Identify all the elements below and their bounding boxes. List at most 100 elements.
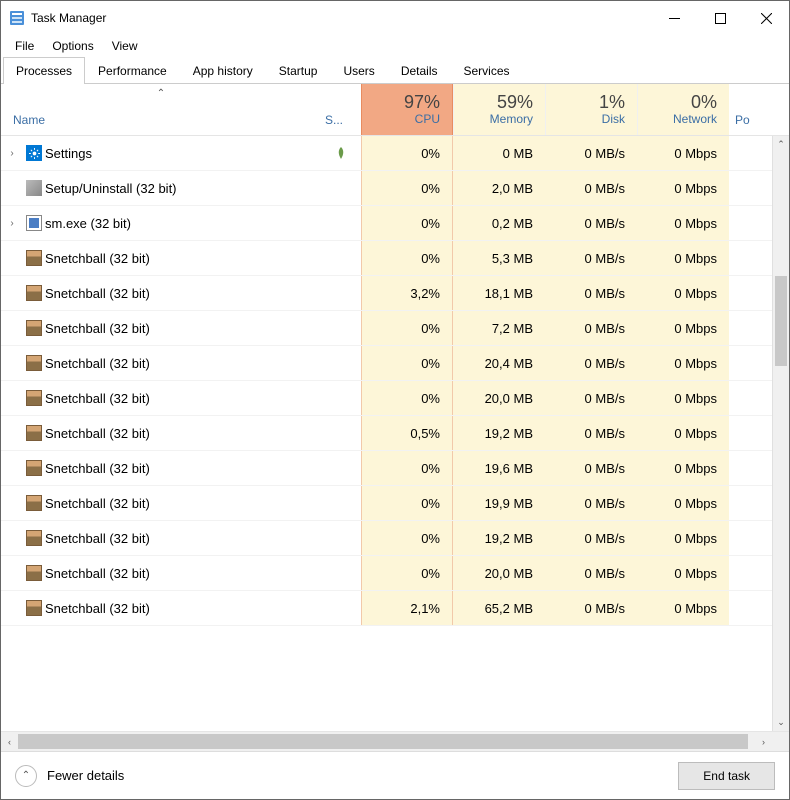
cell-cpu: 0% bbox=[361, 381, 453, 415]
header-name[interactable]: ⌃ Name bbox=[1, 84, 321, 135]
horizontal-scroll-area: ‹ › bbox=[1, 731, 789, 751]
cell-disk: 0 MB/s bbox=[545, 486, 637, 520]
expand-toggle[interactable]: › bbox=[1, 206, 23, 240]
vertical-scrollbar[interactable]: ⌃ ⌄ bbox=[772, 136, 789, 731]
table-row[interactable]: ›Settings0%0 MB0 MB/s0 Mbps bbox=[1, 136, 789, 171]
table-row[interactable]: Snetchball (32 bit)0%5,3 MB0 MB/s0 Mbps bbox=[1, 241, 789, 276]
tab-bar: Processes Performance App history Startu… bbox=[1, 57, 789, 84]
tab-processes[interactable]: Processes bbox=[3, 57, 85, 84]
cell-disk: 0 MB/s bbox=[545, 381, 637, 415]
expand-toggle bbox=[1, 311, 23, 345]
tab-services[interactable]: Services bbox=[451, 57, 523, 84]
cell-network: 0 Mbps bbox=[637, 171, 729, 205]
cell-memory: 20,0 MB bbox=[453, 381, 545, 415]
footer: ⌃ Fewer details End task bbox=[1, 751, 789, 799]
menu-options[interactable]: Options bbox=[44, 37, 101, 55]
header-memory[interactable]: 59% Memory bbox=[453, 84, 545, 135]
cell-cpu: 0% bbox=[361, 311, 453, 345]
process-name: Snetchball (32 bit) bbox=[45, 521, 321, 555]
table-row[interactable]: ›sm.exe (32 bit)0%0,2 MB0 MB/s0 Mbps bbox=[1, 206, 789, 241]
tab-startup[interactable]: Startup bbox=[266, 57, 331, 84]
table-row[interactable]: Snetchball (32 bit)0%7,2 MB0 MB/s0 Mbps bbox=[1, 311, 789, 346]
table-row[interactable]: Snetchball (32 bit)0%20,0 MB0 MB/s0 Mbps bbox=[1, 556, 789, 591]
scroll-thumb[interactable] bbox=[775, 276, 787, 366]
header-disk[interactable]: 1% Disk bbox=[545, 84, 637, 135]
hscroll-left-icon[interactable]: ‹ bbox=[1, 732, 18, 751]
header-power[interactable]: Po bbox=[729, 84, 789, 135]
header-cpu-label: CPU bbox=[415, 112, 440, 126]
cell-memory: 0,2 MB bbox=[453, 206, 545, 240]
scroll-up-icon[interactable]: ⌃ bbox=[773, 136, 789, 153]
tab-details[interactable]: Details bbox=[388, 57, 451, 84]
process-name: Snetchball (32 bit) bbox=[45, 346, 321, 380]
process-status bbox=[321, 451, 361, 485]
expand-toggle[interactable]: › bbox=[1, 136, 23, 170]
process-name: Setup/Uninstall (32 bit) bbox=[45, 171, 321, 205]
cell-cpu: 3,2% bbox=[361, 276, 453, 310]
table-row[interactable]: Snetchball (32 bit)0%20,4 MB0 MB/s0 Mbps bbox=[1, 346, 789, 381]
process-icon bbox=[23, 416, 45, 450]
process-icon bbox=[23, 556, 45, 590]
menu-file[interactable]: File bbox=[7, 37, 42, 55]
process-icon bbox=[23, 171, 45, 205]
expand-toggle bbox=[1, 241, 23, 275]
cell-network: 0 Mbps bbox=[637, 451, 729, 485]
window-title: Task Manager bbox=[31, 11, 106, 25]
process-status bbox=[321, 591, 361, 625]
process-icon bbox=[23, 451, 45, 485]
tab-app-history[interactable]: App history bbox=[180, 57, 266, 84]
fewer-details-button[interactable]: ⌃ Fewer details bbox=[15, 765, 124, 787]
hscroll-right-icon[interactable]: › bbox=[755, 732, 772, 751]
cell-memory: 19,2 MB bbox=[453, 521, 545, 555]
header-memory-pct: 59% bbox=[497, 93, 533, 113]
table-row[interactable]: Snetchball (32 bit)0%20,0 MB0 MB/s0 Mbps bbox=[1, 381, 789, 416]
process-name: Snetchball (32 bit) bbox=[45, 591, 321, 625]
cell-cpu: 0,5% bbox=[361, 416, 453, 450]
expand-toggle bbox=[1, 591, 23, 625]
table-row[interactable]: Snetchball (32 bit)3,2%18,1 MB0 MB/s0 Mb… bbox=[1, 276, 789, 311]
cell-network: 0 Mbps bbox=[637, 556, 729, 590]
process-status bbox=[321, 556, 361, 590]
column-headers: ⌃ Name S... 97% CPU 59% Memory 1% Disk 0… bbox=[1, 84, 789, 136]
process-name: Snetchball (32 bit) bbox=[45, 556, 321, 590]
cell-network: 0 Mbps bbox=[637, 591, 729, 625]
process-status bbox=[321, 521, 361, 555]
header-network-label: Network bbox=[673, 112, 717, 126]
close-button[interactable] bbox=[743, 2, 789, 34]
table-row[interactable]: Snetchball (32 bit)0%19,9 MB0 MB/s0 Mbps bbox=[1, 486, 789, 521]
end-task-button[interactable]: End task bbox=[678, 762, 775, 790]
cell-disk: 0 MB/s bbox=[545, 416, 637, 450]
header-network[interactable]: 0% Network bbox=[637, 84, 729, 135]
cell-cpu: 0% bbox=[361, 486, 453, 520]
cell-disk: 0 MB/s bbox=[545, 206, 637, 240]
tab-performance[interactable]: Performance bbox=[85, 57, 180, 84]
header-cpu[interactable]: 97% CPU bbox=[361, 84, 453, 135]
maximize-button[interactable] bbox=[697, 2, 743, 34]
cell-memory: 7,2 MB bbox=[453, 311, 545, 345]
table-row[interactable]: Snetchball (32 bit)0%19,2 MB0 MB/s0 Mbps bbox=[1, 521, 789, 556]
hscroll-thumb[interactable] bbox=[18, 734, 748, 749]
table-row[interactable]: Snetchball (32 bit)0,5%19,2 MB0 MB/s0 Mb… bbox=[1, 416, 789, 451]
cell-cpu: 0% bbox=[361, 136, 453, 170]
expand-toggle bbox=[1, 451, 23, 485]
horizontal-scrollbar[interactable]: ‹ › bbox=[1, 732, 772, 751]
table-row[interactable]: Snetchball (32 bit)0%19,6 MB0 MB/s0 Mbps bbox=[1, 451, 789, 486]
process-icon bbox=[23, 346, 45, 380]
minimize-button[interactable] bbox=[651, 2, 697, 34]
table-row[interactable]: Snetchball (32 bit)2,1%65,2 MB0 MB/s0 Mb… bbox=[1, 591, 789, 626]
process-status bbox=[321, 136, 361, 170]
tab-users[interactable]: Users bbox=[330, 57, 387, 84]
process-status bbox=[321, 171, 361, 205]
process-status bbox=[321, 346, 361, 380]
cell-memory: 20,0 MB bbox=[453, 556, 545, 590]
header-status[interactable]: S... bbox=[321, 84, 361, 135]
expand-toggle bbox=[1, 171, 23, 205]
cell-cpu: 0% bbox=[361, 346, 453, 380]
process-status bbox=[321, 206, 361, 240]
table-row[interactable]: Setup/Uninstall (32 bit)0%2,0 MB0 MB/s0 … bbox=[1, 171, 789, 206]
task-manager-window: Task Manager File Options View Processes… bbox=[0, 0, 790, 800]
menu-view[interactable]: View bbox=[104, 37, 146, 55]
cell-disk: 0 MB/s bbox=[545, 136, 637, 170]
cell-cpu: 0% bbox=[361, 241, 453, 275]
scroll-down-icon[interactable]: ⌄ bbox=[773, 714, 789, 731]
